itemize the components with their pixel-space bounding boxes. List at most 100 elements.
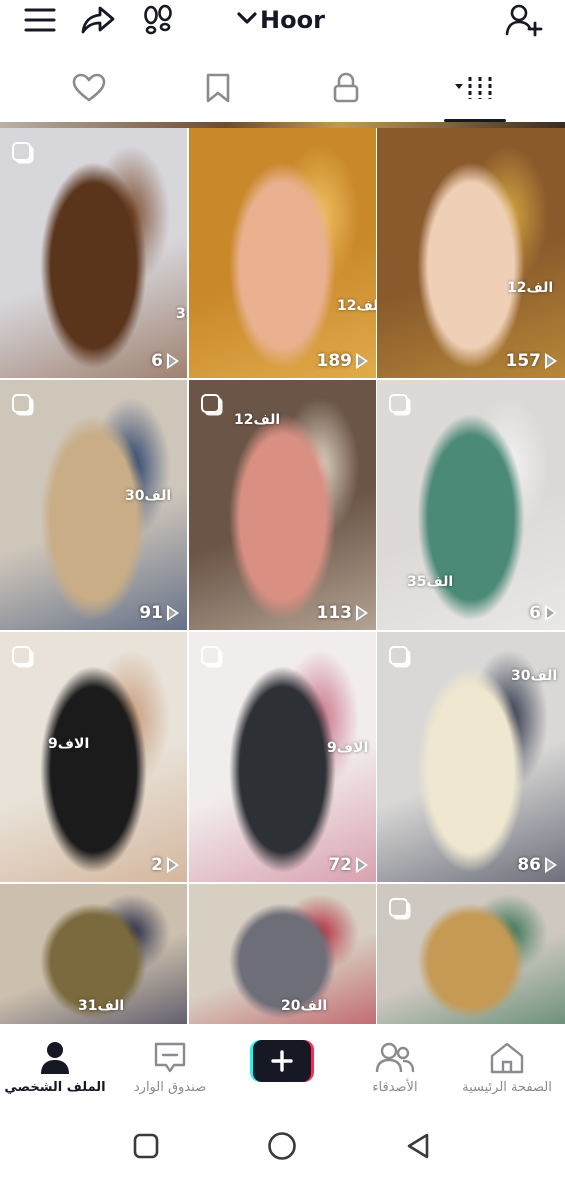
multi-photo-icon — [12, 394, 31, 413]
view-count: 113 — [189, 603, 376, 623]
profile-tabs — [0, 62, 565, 122]
thumbnail-image — [0, 632, 187, 882]
system-navigation — [0, 1110, 565, 1181]
video-thumbnail[interactable]: 12الف 157 — [377, 128, 565, 378]
view-count-text: 86 — [517, 855, 541, 875]
thumbnail-price-text: 30الف — [125, 488, 172, 504]
nav-home-label: الصفحة الرئيسية — [462, 1080, 552, 1095]
video-thumbnail[interactable] — [377, 884, 565, 1024]
play-icon — [167, 857, 179, 873]
nav-profile[interactable]: الملف الشخصي — [0, 1038, 110, 1104]
play-icon — [167, 605, 179, 621]
play-icon — [545, 857, 557, 873]
view-count-text: 2 — [151, 855, 163, 875]
play-icon — [545, 605, 557, 621]
tab-private[interactable] — [311, 62, 381, 118]
video-thumbnail[interactable]: 20الف — [189, 884, 376, 1024]
nav-inbox[interactable]: صندوق الوارد — [115, 1038, 225, 1104]
play-icon — [356, 605, 368, 621]
multi-photo-icon — [389, 646, 408, 665]
profile-header: Hoor — [0, 0, 565, 48]
tab-liked[interactable] — [54, 62, 124, 118]
multi-photo-icon — [201, 646, 220, 665]
thumbnail-image — [189, 380, 376, 630]
play-icon — [356, 353, 368, 369]
multi-photo-icon — [12, 646, 31, 665]
thumbnail-image — [377, 380, 565, 630]
plus-icon — [253, 1040, 311, 1082]
nav-friends[interactable]: الأصدقاء — [340, 1038, 450, 1104]
view-count: 157 — [377, 351, 565, 371]
view-count-text: 157 — [505, 351, 542, 371]
thumbnail-price-text: 12الف — [337, 298, 376, 314]
add-friend-icon[interactable] — [502, 0, 546, 40]
video-thumbnail[interactable]: 12الف 113 — [189, 380, 376, 630]
play-icon — [545, 353, 557, 369]
home-circle-icon[interactable] — [262, 1126, 302, 1166]
nav-inbox-label: صندوق الوارد — [133, 1080, 207, 1095]
lock-icon — [332, 72, 360, 108]
thumbnail-image — [189, 632, 376, 882]
thumbnail-price-text: 3الف — [176, 306, 187, 322]
thumbnail-price-text: 12الف — [234, 412, 281, 428]
thumbnail-image — [0, 380, 187, 630]
account-switcher[interactable]: Hoor — [236, 0, 325, 40]
nav-home[interactable]: الصفحة الرئيسية — [452, 1038, 562, 1104]
play-icon — [167, 353, 179, 369]
view-count-text: 6 — [151, 351, 163, 371]
view-count: 91 — [0, 603, 187, 623]
view-count: 2 — [0, 855, 187, 875]
thumbnail-price-text: 30الف — [511, 668, 558, 684]
video-thumbnail[interactable]: 9الاف 2 — [0, 632, 187, 882]
bottom-navigation: الملف الشخصي صندوق الوارد الأصدقاء الصفح… — [0, 1030, 565, 1110]
footprints-icon[interactable] — [136, 0, 180, 40]
thumbnail-image — [0, 128, 187, 378]
view-count: 6 — [0, 351, 187, 371]
video-thumbnail[interactable]: 31الف — [0, 884, 187, 1024]
multi-photo-icon — [201, 394, 220, 413]
view-count-text: 6 — [529, 603, 541, 623]
tab-saved[interactable] — [183, 62, 253, 118]
multi-photo-icon — [12, 142, 31, 161]
inbox-icon — [153, 1038, 187, 1078]
profile-icon — [40, 1038, 70, 1078]
video-grid: 3الف 6 12الف 189 12الف 157 30الف 91 12الف 113 35ال… — [0, 122, 565, 1030]
play-icon — [356, 857, 368, 873]
video-thumbnail[interactable]: 30الف 91 — [0, 380, 187, 630]
multi-photo-icon — [389, 898, 408, 917]
view-count-text: 113 — [316, 603, 353, 623]
thumbnail-price-text: 35الف — [407, 574, 454, 590]
view-count-text: 72 — [328, 855, 352, 875]
friends-icon — [375, 1038, 415, 1078]
thumbnail-price-text: 12الف — [507, 280, 554, 296]
view-count: 72 — [189, 855, 376, 875]
video-thumbnail[interactable]: 35الف 6 — [377, 380, 565, 630]
grid-icon — [452, 72, 498, 108]
thumbnail-price-text: 9الاف — [327, 740, 369, 756]
recents-icon[interactable] — [126, 1126, 166, 1166]
video-thumbnail[interactable]: 9الاف 72 — [189, 632, 376, 882]
create-button[interactable] — [250, 1040, 314, 1082]
share-icon[interactable] — [76, 0, 120, 40]
video-thumbnail[interactable]: 12الف 189 — [189, 128, 376, 378]
back-icon[interactable] — [398, 1126, 438, 1166]
heart-icon — [72, 73, 106, 107]
video-thumbnail[interactable]: 3الف 6 — [0, 128, 187, 378]
thumbnail-price-text: 20الف — [281, 998, 328, 1014]
thumbnail-price-text: 9الاف — [48, 736, 90, 752]
menu-icon[interactable] — [18, 0, 62, 40]
view-count-text: 189 — [316, 351, 353, 371]
nav-friends-label: الأصدقاء — [372, 1080, 418, 1095]
thumbnail-image — [377, 128, 565, 378]
thumbnail-price-text: 31الف — [78, 998, 125, 1014]
profile-screen: Hoor 3الف612ال — [0, 0, 565, 1181]
thumbnail-image — [189, 128, 376, 378]
video-thumbnail[interactable]: 30الف 86 — [377, 632, 565, 882]
username: Hoor — [260, 6, 325, 34]
tab-videos[interactable] — [440, 62, 510, 118]
nav-profile-label: الملف الشخصي — [4, 1080, 106, 1095]
view-count: 86 — [377, 855, 565, 875]
view-count: 189 — [189, 351, 376, 371]
view-count-text: 91 — [139, 603, 163, 623]
bookmark-icon — [205, 72, 231, 108]
